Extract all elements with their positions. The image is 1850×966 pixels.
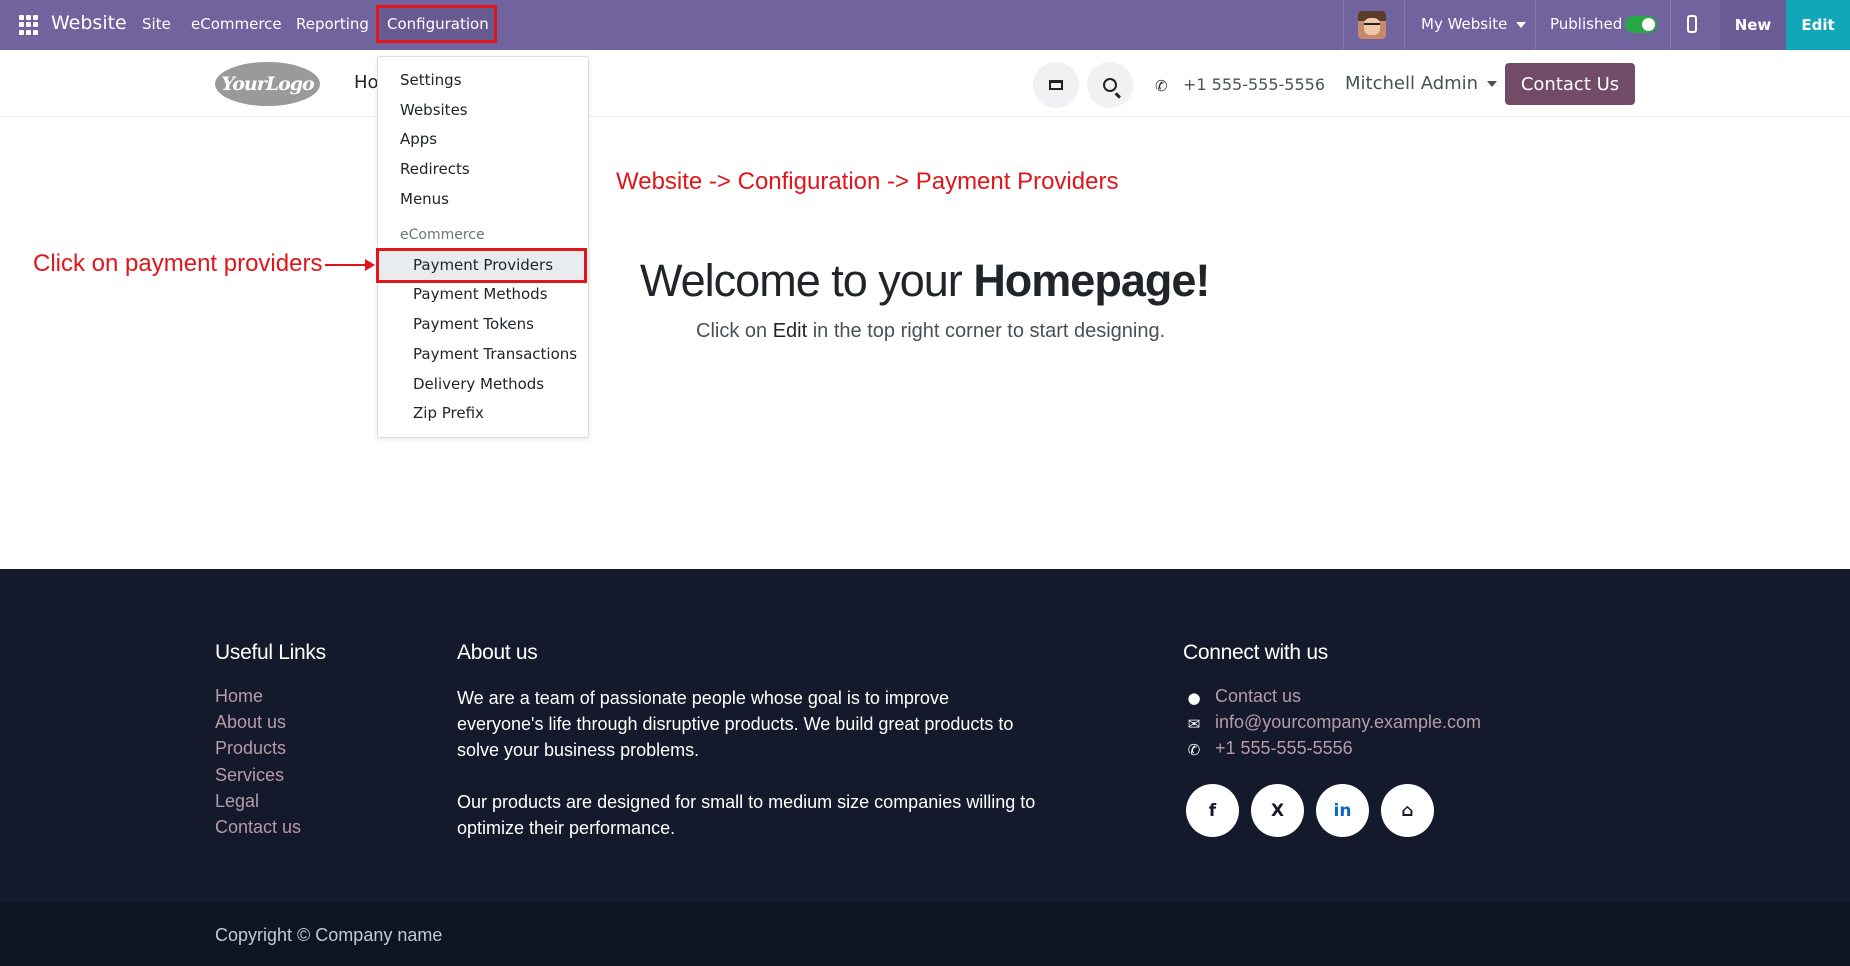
divider <box>1343 0 1344 50</box>
chevron-down-icon <box>1516 21 1527 28</box>
subtext-edit: Edit <box>772 320 808 342</box>
search-button[interactable] <box>1087 62 1133 108</box>
click-annotation: Click on payment providers <box>33 250 323 277</box>
search-icon <box>1103 78 1117 92</box>
dropdown-payment-transactions[interactable]: Payment Transactions <box>413 345 577 363</box>
connect-title: Connect with us <box>1183 641 1328 664</box>
edit-button[interactable]: Edit <box>1786 0 1850 50</box>
useful-links-title: Useful Links <box>215 641 326 664</box>
app-brand[interactable]: Website <box>51 12 127 34</box>
header-phone[interactable]: +1 555-555-5556 <box>1183 75 1325 94</box>
contact-us-button[interactable]: Contact Us <box>1505 63 1635 105</box>
footer-contact-us[interactable]: Contact us <box>1215 686 1301 707</box>
site-logo[interactable]: YourLogo <box>215 62 320 106</box>
dropdown-apps[interactable]: Apps <box>400 130 437 148</box>
footer-link-home[interactable]: Home <box>215 686 263 707</box>
footer-link-legal[interactable]: Legal <box>215 791 259 812</box>
welcome-prefix: Welcome to your <box>640 255 974 306</box>
menu-ecommerce[interactable]: eCommerce <box>191 15 282 33</box>
payment-providers-highlight-box <box>376 248 587 283</box>
facebook-icon[interactable]: f <box>1186 784 1239 837</box>
about-paragraph-2: Our products are designed for small to m… <box>457 792 1036 838</box>
user-name: Mitchell Admin <box>1345 73 1479 94</box>
user-avatar[interactable] <box>1358 11 1386 39</box>
dropdown-settings[interactable]: Settings <box>400 71 462 89</box>
dropdown-redirects[interactable]: Redirects <box>400 160 470 178</box>
menu-reporting[interactable]: Reporting <box>296 15 369 33</box>
welcome-bold: Homepage! <box>973 255 1210 306</box>
dropdown-section-ecommerce: eCommerce <box>400 227 485 243</box>
published-toggle[interactable] <box>1625 16 1657 33</box>
footer-phone[interactable]: +1 555-555-5556 <box>1215 738 1353 759</box>
cart-icon <box>1049 80 1063 90</box>
footer-link-services[interactable]: Services <box>215 765 284 786</box>
footer-email[interactable]: info@yourcompany.example.com <box>1215 712 1481 733</box>
configuration-dropdown: Settings Websites Apps Redirects Menus e… <box>377 56 590 438</box>
divider <box>1535 0 1536 50</box>
subtext-prefix: Click on <box>696 320 773 342</box>
new-button[interactable]: New <box>1720 0 1786 50</box>
about-title: About us <box>457 641 538 664</box>
divider <box>1404 0 1405 50</box>
dropdown-zip-prefix[interactable]: Zip Prefix <box>413 404 484 422</box>
copyright-text: Copyright © Company name <box>215 925 443 945</box>
dropdown-websites[interactable]: Websites <box>400 101 468 119</box>
divider <box>1670 0 1671 50</box>
apps-grid-icon[interactable] <box>19 15 39 35</box>
phone-icon: ✆ <box>1187 741 1201 759</box>
path-annotation: Website -> Configuration -> Payment Prov… <box>616 168 1119 195</box>
about-paragraph-1: We are a team of passionate people whose… <box>457 688 1014 760</box>
dropdown-payment-methods[interactable]: Payment Methods <box>413 285 548 303</box>
cart-button[interactable] <box>1033 62 1079 108</box>
home-icon[interactable]: ⌂ <box>1381 784 1434 837</box>
linkedin-icon[interactable]: in <box>1316 784 1369 837</box>
mobile-preview-icon[interactable] <box>1687 15 1697 33</box>
arrow-right-icon <box>365 259 375 271</box>
x-twitter-icon[interactable]: X <box>1251 784 1304 837</box>
dropdown-payment-tokens[interactable]: Payment Tokens <box>413 315 534 333</box>
user-menu[interactable]: Mitchell Admin <box>1345 73 1498 94</box>
footer-link-products[interactable]: Products <box>215 738 286 759</box>
footer-link-about[interactable]: About us <box>215 712 286 733</box>
published-label: Published <box>1550 15 1623 33</box>
phone-icon: ✆ <box>1155 77 1168 95</box>
my-website-label: My Website <box>1421 15 1508 33</box>
admin-navbar: Website Site eCommerce Reporting Configu… <box>0 0 1850 50</box>
chat-icon: ● <box>1187 689 1201 707</box>
menu-site[interactable]: Site <box>142 15 171 33</box>
my-website-dropdown[interactable]: My Website <box>1421 15 1527 33</box>
footer-link-contact[interactable]: Contact us <box>215 817 301 838</box>
dropdown-delivery-methods[interactable]: Delivery Methods <box>413 375 544 393</box>
subtext-suffix: in the top right corner to start designi… <box>807 320 1166 342</box>
welcome-subtext: Click on Edit in the top right corner to… <box>696 320 1165 343</box>
menu-configuration[interactable]: Configuration <box>387 15 489 33</box>
dropdown-menus[interactable]: Menus <box>400 190 449 208</box>
nav-home[interactable]: Ho <box>354 72 379 93</box>
envelope-icon: ✉ <box>1187 715 1201 733</box>
website-header: YourLogo Ho ✆ +1 555-555-5556 Mitchell A… <box>0 50 1850 117</box>
chevron-down-icon <box>1487 81 1498 87</box>
welcome-heading: Welcome to your Homepage! <box>640 255 1210 307</box>
arrow-line <box>325 264 367 266</box>
